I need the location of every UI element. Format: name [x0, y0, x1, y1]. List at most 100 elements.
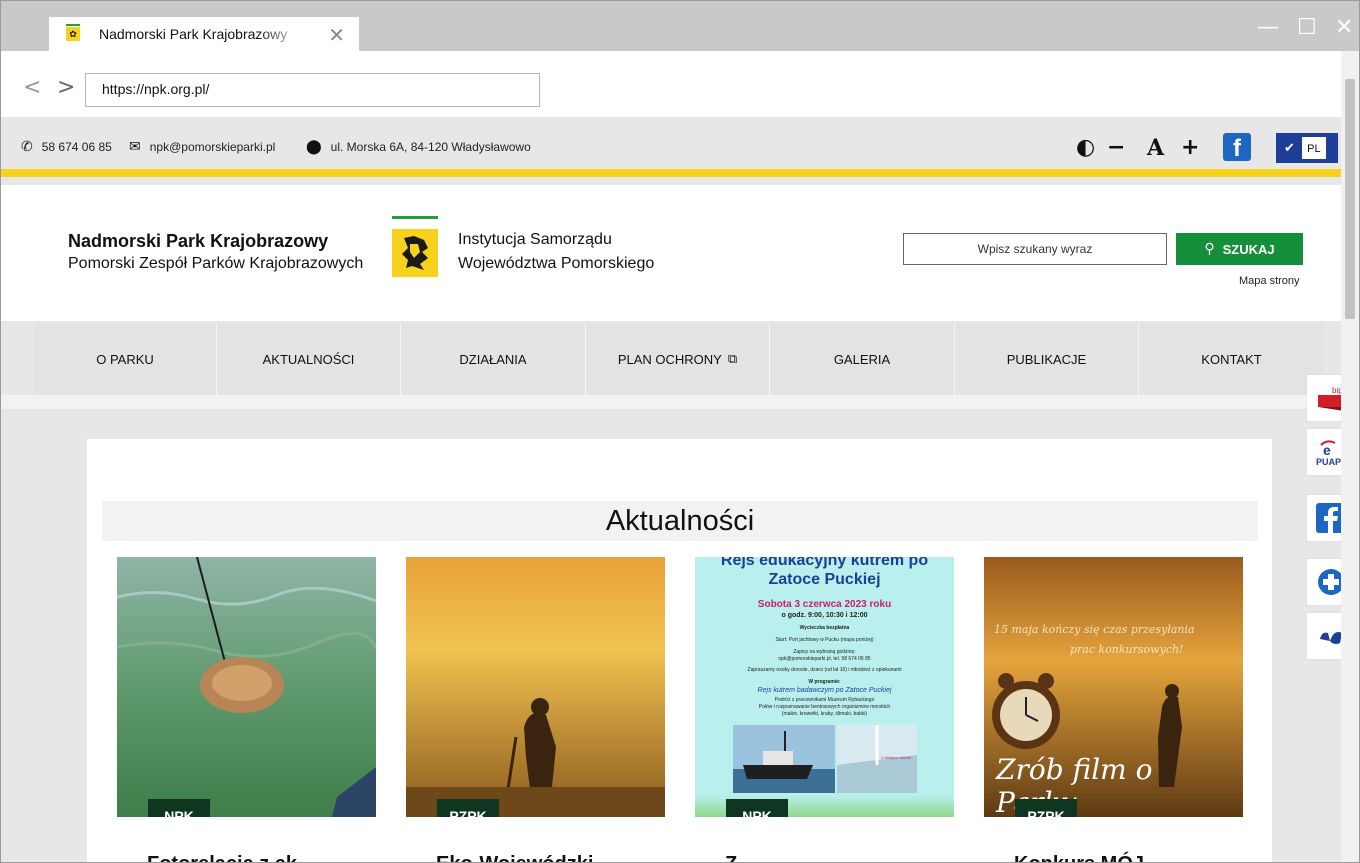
- news-tag: PZPK: [437, 799, 499, 817]
- tab-close-icon[interactable]: ✕: [328, 23, 345, 47]
- menu-item-plan-ochrony[interactable]: PLAN OCHRONY ⧉: [586, 323, 770, 395]
- address-bar[interactable]: https://npk.org.pl/: [85, 73, 540, 107]
- bip-icon: bip: [1318, 386, 1341, 411]
- news-item-2[interactable]: PZPK: [406, 557, 665, 817]
- maximize-icon[interactable]: ☐: [1297, 15, 1317, 40]
- news-tag: PZPK: [1015, 799, 1077, 817]
- scrollbar-thumb[interactable]: [1345, 79, 1355, 319]
- menu-item-label: PLAN OCHRONY: [617, 351, 722, 367]
- main-menu: O PARKU AKTUALNOŚCI DZIAŁANIA PLAN OCHRO…: [34, 323, 1324, 395]
- navigation-bar: < > https://npk.org.pl/: [1, 51, 1359, 117]
- tab-title: Nadmorski Park Krajobrazowy: [99, 26, 288, 42]
- font-size-label: A: [1147, 135, 1165, 161]
- menu-item-o-parku[interactable]: O PARKU: [34, 323, 217, 395]
- emblem-bar: [392, 216, 438, 219]
- poster-date: Sobota 3 czerwca 2023 roku: [757, 599, 892, 610]
- griffin-emblem-icon: [392, 229, 438, 277]
- epuap-link[interactable]: e PUAP: [1307, 429, 1341, 475]
- email-contact[interactable]: ✉ npk@pomorskieparki.pl: [129, 139, 275, 155]
- page-scrollbar[interactable]: [1341, 51, 1359, 862]
- poster-program-1: Rejs kutrem badawczym po Zatoce Puckiej: [757, 687, 892, 694]
- minimize-icon[interactable]: —: [1257, 15, 1279, 40]
- news-tag: NPK: [726, 799, 788, 817]
- font-smaller-button[interactable]: −: [1107, 135, 1125, 160]
- news-title-4[interactable]: Konkurs MÓJ: [1014, 853, 1144, 862]
- external-link-icon: ⧉: [727, 351, 738, 367]
- envelope-icon: ✉: [129, 139, 141, 155]
- boat-photo: [733, 725, 835, 793]
- poster-program-2: Podróż z pracownikami Muzeum Rybackiego: [774, 697, 875, 703]
- news-item-4[interactable]: 15 maja kończy się czas przesyłania prac…: [984, 557, 1243, 817]
- browser-window: ✿ Nadmorski Park Krajobrazowy ✕ — ☐ ✕ < …: [0, 0, 1360, 863]
- title-bar: ✿ Nadmorski Park Krajobrazowy ✕ — ☐ ✕: [1, 1, 1359, 51]
- first-aid-link[interactable]: [1307, 559, 1341, 605]
- news-title-1[interactable]: Fotorelacja z ak: [147, 853, 297, 862]
- poster-start: Start: Port jachtowy w Pucku (mapa poniż…: [775, 637, 874, 643]
- institution-line1: Instytucja Samorządu: [458, 231, 612, 248]
- font-larger-button[interactable]: +: [1181, 135, 1199, 160]
- svg-text:PUAP: PUAP: [1316, 457, 1341, 467]
- facebook-side-link[interactable]: [1307, 495, 1341, 541]
- news-1-image: [117, 557, 376, 817]
- bip-link[interactable]: bip: [1307, 375, 1341, 421]
- forward-icon[interactable]: >: [57, 75, 75, 100]
- news-section: Aktualności NPK PZPK Rejs edukacyjny kut…: [87, 439, 1272, 862]
- svg-text:e: e: [1323, 442, 1331, 458]
- menu-item-aktualnosci[interactable]: AKTUALNOŚCI: [217, 323, 401, 395]
- poster-program: W programie:: [808, 679, 841, 685]
- contact-bar: ✆ 58 674 06 85 ✉ npk@pomorskieparki.pl ⬤…: [1, 117, 1341, 177]
- news-item-1[interactable]: NPK: [117, 557, 376, 817]
- poster-map-label: X Miejsce zbiórki: [881, 755, 912, 760]
- close-window-icon[interactable]: ✕: [1335, 15, 1353, 40]
- svg-text:bip: bip: [1332, 386, 1341, 395]
- contrast-icon[interactable]: ◐: [1076, 135, 1095, 160]
- address-contact: ⬤ ul. Morska 6A, 84-120 Władysławowo: [306, 139, 531, 155]
- news-2-image: [406, 557, 665, 817]
- site-header: Nadmorski Park Krajobrazowy Pomorski Zes…: [1, 185, 1341, 321]
- map-pin-icon: ⬤: [306, 139, 322, 155]
- sign-language-icon: [1320, 632, 1341, 644]
- news-title-2[interactable]: Eko-Wojewódzki: [436, 853, 593, 862]
- park-subtitle: Pomorski Zespół Parków Krajobrazowych: [68, 255, 364, 272]
- search-icon: ⚲: [1204, 241, 1215, 257]
- back-icon[interactable]: <: [23, 75, 41, 100]
- address-text: ul. Morska 6A, 84-120 Władysławowo: [330, 140, 531, 154]
- medical-cross-icon: [1318, 569, 1341, 595]
- search-button[interactable]: ⚲ SZUKAJ: [1176, 233, 1303, 265]
- facebook-side-icon: [1316, 503, 1341, 533]
- institution-line2: Województwa Pomorskiego: [458, 255, 655, 272]
- news-tag: NPK: [148, 799, 210, 817]
- search-input[interactable]: Wpisz szukany wyraz: [903, 233, 1167, 265]
- news-item-3[interactable]: Rejs edukacyjny kutrem po Zatoce Puckiej…: [695, 557, 954, 817]
- poster-free: Wycieczka bezpłatna: [799, 625, 850, 631]
- poster-program-3: Połów i rozpoznawanie bentosowych organi…: [758, 704, 891, 710]
- accessibility-link[interactable]: [1307, 613, 1341, 659]
- menu-item-galeria[interactable]: GALERIA: [770, 323, 955, 395]
- poster-time: o godz. 9:00, 10:30 i 12:00: [781, 612, 868, 619]
- poster-invite: Zapraszamy osoby dorosłe, dzieci (od lat…: [747, 667, 902, 673]
- chevron-down-icon: ✔: [1284, 140, 1295, 156]
- poster-overlay-1: 15 maja kończy się czas przesyłania: [994, 623, 1195, 636]
- menu-item-publikacje[interactable]: PUBLIKACJE: [955, 323, 1139, 395]
- facebook-icon[interactable]: f: [1223, 133, 1251, 162]
- news-title-3[interactable]: Z: [725, 853, 737, 862]
- phone-icon: ✆: [21, 139, 33, 155]
- poster-signup-2: npk@pomorskieparki.pl, tel. 58 674 06 85: [778, 656, 871, 662]
- phone-contact[interactable]: ✆ 58 674 06 85: [21, 139, 112, 155]
- epuap-icon: ePUAP: [1316, 440, 1341, 467]
- browser-tab[interactable]: ✿ Nadmorski Park Krajobrazowy ✕: [49, 17, 359, 51]
- search-button-label: SZUKAJ: [1222, 241, 1275, 257]
- menu-item-kontakt[interactable]: KONTAKT: [1139, 323, 1324, 395]
- poster-program-4: (małże, krewetki, kraby, ślimaki, babki): [781, 711, 868, 717]
- park-name[interactable]: Nadmorski Park Krajobrazowy: [68, 231, 328, 252]
- sitemap-link[interactable]: Mapa strony: [1239, 275, 1300, 287]
- section-title: Aktualności: [102, 501, 1258, 541]
- poster-title: Rejs edukacyjny kutrem po Zatoce Puckiej: [720, 557, 929, 588]
- language-code: PL: [1300, 136, 1327, 160]
- web-page: ✆ 58 674 06 85 ✉ npk@pomorskieparki.pl ⬤…: [1, 117, 1341, 862]
- phone-number: 58 674 06 85: [41, 140, 112, 154]
- menu-item-dzialania[interactable]: DZIAŁANIA: [401, 323, 586, 395]
- favicon-icon: ✿: [66, 24, 80, 41]
- language-selector[interactable]: ✔ PL: [1276, 133, 1338, 163]
- poster-signup-1: Zapisy na wybraną godzinę:: [793, 649, 856, 655]
